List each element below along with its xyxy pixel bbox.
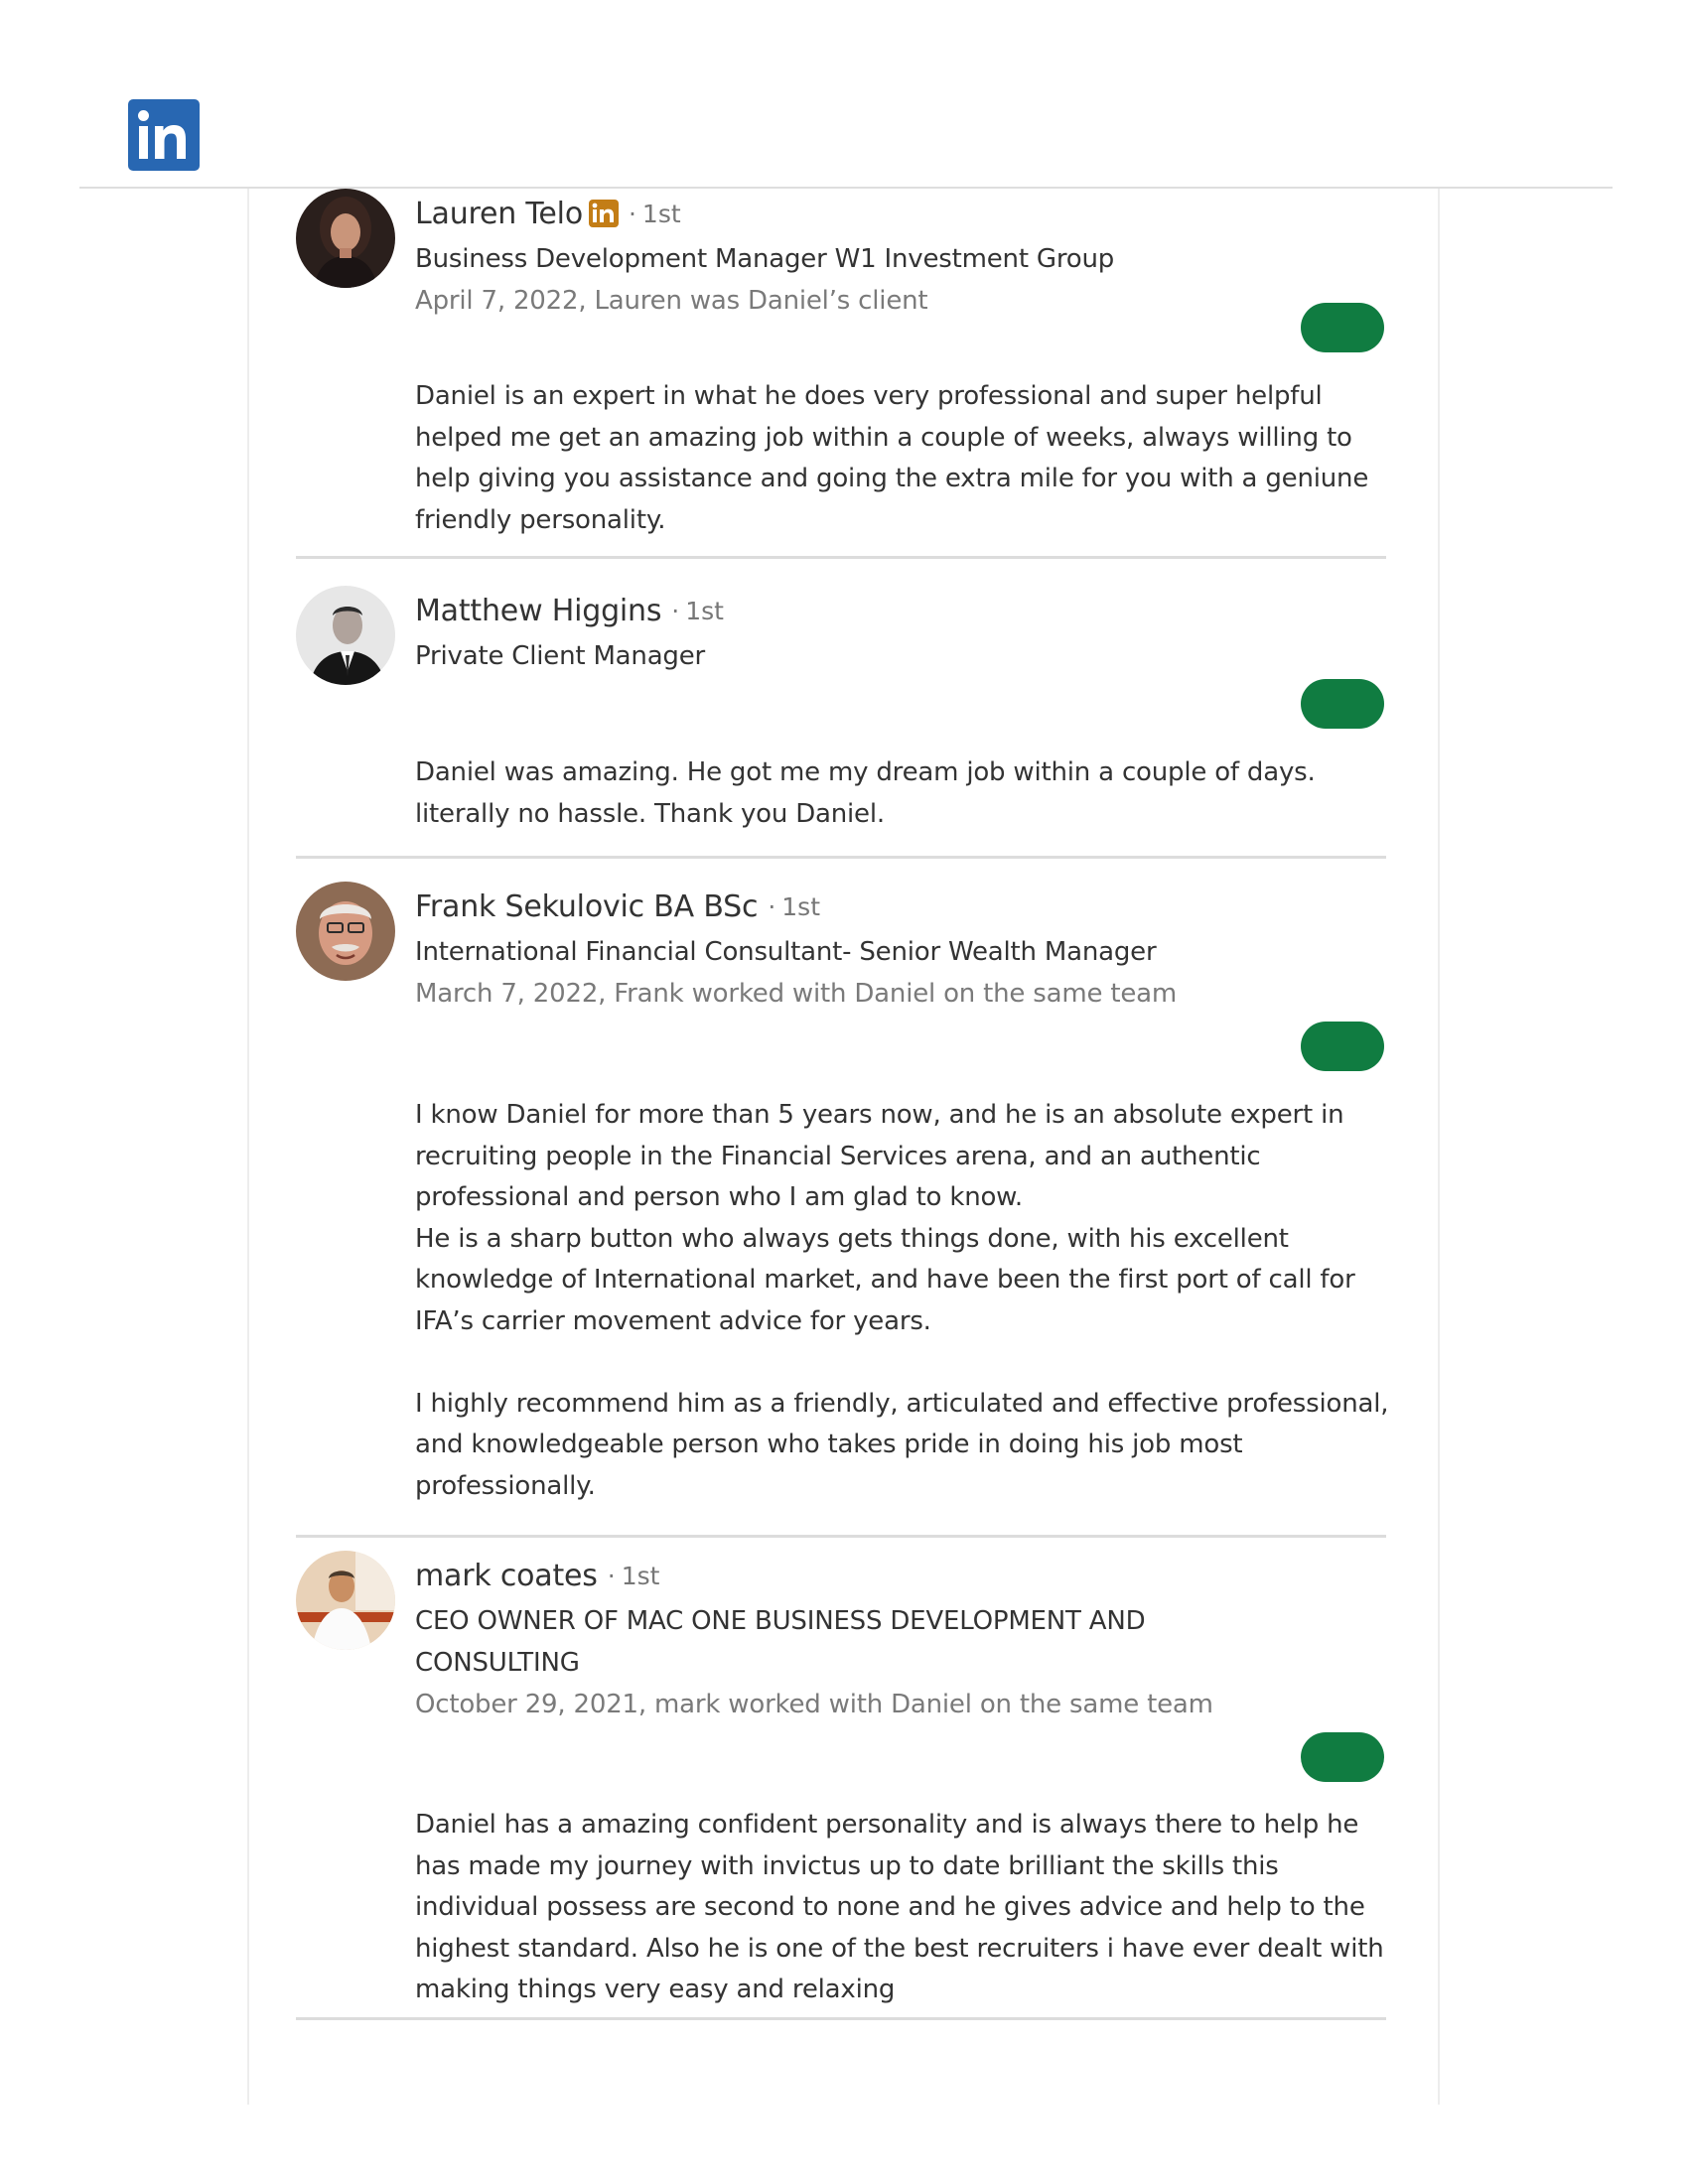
name-line: mark coates · 1st — [415, 1551, 1309, 1600]
recommendation-date: April 7, 2022, Lauren was Daniel’s clien… — [415, 286, 928, 316]
recommendation-paragraph: Daniel was amazing. He got me my dream j… — [415, 757, 1316, 829]
avatar[interactable] — [296, 1551, 395, 1650]
linkedin-badge-icon — [588, 200, 619, 227]
recommendation-text: I know Daniel for more than 5 years now,… — [415, 1095, 1408, 1507]
degree-label: 1st — [641, 199, 681, 228]
name-line: Frank Sekulovic BA BSc · 1st — [415, 882, 1309, 931]
degree-separator: · — [671, 596, 680, 625]
degree-separator: · — [768, 891, 776, 921]
recommendation-date: October 29, 2021, mark worked with Danie… — [415, 1690, 1213, 1719]
recommendation-paragraph: Daniel has a amazing confident personali… — [415, 1810, 1384, 2004]
action-pill-button[interactable] — [1301, 303, 1384, 352]
recommendation-paragraph: He is a sharp button who always gets thi… — [415, 1223, 1355, 1336]
recommendation-paragraph: I know Daniel for more than 5 years now,… — [415, 1100, 1344, 1212]
avatar[interactable] — [296, 586, 395, 685]
panel-border-right — [1438, 189, 1440, 2105]
action-pill-button[interactable] — [1301, 1732, 1384, 1782]
connection-degree: · 1st — [768, 892, 820, 921]
connection-degree: · 1st — [629, 200, 681, 228]
degree-label: 1st — [781, 891, 821, 921]
card-divider — [296, 1535, 1386, 1538]
card-divider — [296, 856, 1386, 859]
degree-label: 1st — [685, 596, 724, 625]
degree-label: 1st — [621, 1561, 660, 1590]
avatar[interactable] — [296, 189, 395, 288]
recommender-header: mark coates · 1st CEO OWNER OF MAC ONE BU… — [415, 1551, 1309, 1725]
action-pill-button[interactable] — [1301, 1022, 1384, 1071]
recommender-title: Private Client Manager — [415, 641, 706, 671]
connection-degree: · 1st — [671, 597, 724, 625]
recommendation-text: Daniel has a amazing confident personali… — [415, 1805, 1408, 2011]
recommender-header: Lauren Telo · 1st Business Development Ma… — [415, 189, 1309, 322]
recommendation-date: March 7, 2022, Frank worked with Daniel … — [415, 979, 1177, 1009]
recommender-header: Matthew Higgins · 1st Private Client Mana… — [415, 586, 1309, 677]
card-divider — [296, 2017, 1386, 2020]
avatar[interactable] — [296, 882, 395, 981]
recommender-name[interactable]: mark coates — [415, 1559, 598, 1593]
action-pill-button[interactable] — [1301, 679, 1384, 729]
panel-border-left — [247, 189, 249, 2105]
recommender-name[interactable]: Matthew Higgins — [415, 594, 661, 628]
recommender-name[interactable]: Lauren Telo — [415, 197, 583, 231]
recommender-title: Business Development Manager W1 Investme… — [415, 244, 1115, 274]
connection-degree: · 1st — [608, 1562, 660, 1590]
recommender-title: International Financial Consultant- Seni… — [415, 937, 1157, 967]
recommender-header: Frank Sekulovic BA BSc · 1st Internationa… — [415, 882, 1309, 1015]
linkedin-logo-icon[interactable] — [128, 99, 200, 171]
name-line: Matthew Higgins · 1st — [415, 586, 1309, 635]
recommendation-paragraph: I highly recommend him as a friendly, ar… — [415, 1388, 1389, 1501]
degree-separator: · — [628, 199, 636, 228]
recommender-name[interactable]: Frank Sekulovic BA BSc — [415, 889, 759, 924]
recommendation-text: Daniel is an expert in what he does very… — [415, 376, 1408, 541]
recommendation-text: Daniel was amazing. He got me my dream j… — [415, 752, 1408, 835]
recommendation-paragraph: Daniel is an expert in what he does very… — [415, 381, 1369, 535]
card-divider — [296, 556, 1386, 559]
recommender-title: CEO OWNER OF MAC ONE BUSINESS DEVELOPMEN… — [415, 1606, 1146, 1678]
name-line: Lauren Telo · 1st — [415, 189, 1309, 238]
degree-separator: · — [607, 1561, 616, 1590]
